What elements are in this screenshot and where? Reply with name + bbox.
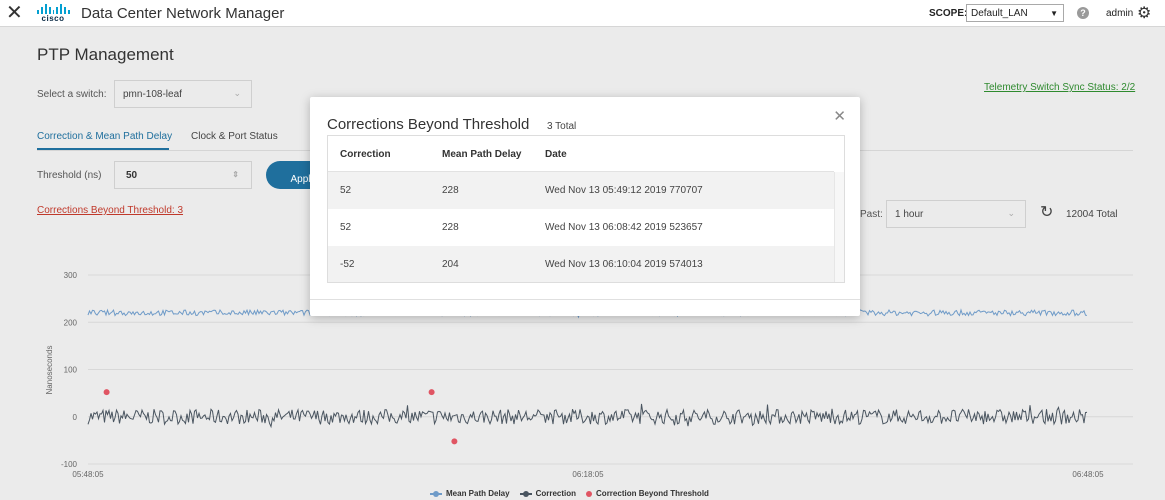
corrections-modal: ✕ Corrections Beyond Threshold 3 Total C… [310,97,860,316]
scope-label: SCOPE: [929,8,968,19]
caret-down-icon: ▼ [1050,9,1058,18]
cell-date: Wed Nov 13 06:10:04 2019 574013 [545,259,703,270]
cisco-logo: cisco [36,4,71,24]
scope-select[interactable]: Default_LAN ▼ [966,4,1064,22]
table-row[interactable]: 52 228 Wed Nov 13 05:49:12 2019 770707 [328,172,834,209]
table-header: Correction Mean Path Delay Date [328,136,834,172]
modal-count: 3 Total [547,121,577,132]
cell-date: Wed Nov 13 05:49:12 2019 770707 [545,185,703,196]
help-icon[interactable]: ? [1077,7,1089,19]
close-icon[interactable]: ✕ [6,2,23,24]
user-menu[interactable]: admin [1106,8,1133,19]
column-header[interactable]: Mean Path Delay [442,149,521,160]
cell-correction: 52 [340,222,352,233]
column-header[interactable]: Correction [340,149,391,160]
table-scrollbar[interactable] [834,172,844,282]
cell-mean-path-delay: 228 [442,222,459,233]
scope-value: Default_LAN [971,8,1028,19]
cell-date: Wed Nov 13 06:08:42 2019 523657 [545,222,703,233]
table-row[interactable]: -52 204 Wed Nov 13 06:10:04 2019 574013 [328,246,834,282]
gear-icon[interactable]: ⚙ [1137,3,1151,23]
corrections-table: Correction Mean Path Delay Date 52 228 W… [327,135,845,283]
app-title: Data Center Network Manager [81,5,285,22]
table-row[interactable]: 52 228 Wed Nov 13 06:08:42 2019 523657 [328,209,834,246]
cell-correction: -52 [340,259,355,270]
cell-correction: 52 [340,185,352,196]
logo-text: cisco [41,14,65,23]
modal-footer-divider [310,299,860,300]
modal-title: Corrections Beyond Threshold [327,116,530,133]
cell-mean-path-delay: 204 [442,259,459,270]
close-icon[interactable]: ✕ [833,107,846,125]
top-bar: ✕ cisco Data Center Network Manager SCOP… [0,0,1165,27]
cell-mean-path-delay: 228 [442,185,459,196]
column-header[interactable]: Date [545,149,567,160]
